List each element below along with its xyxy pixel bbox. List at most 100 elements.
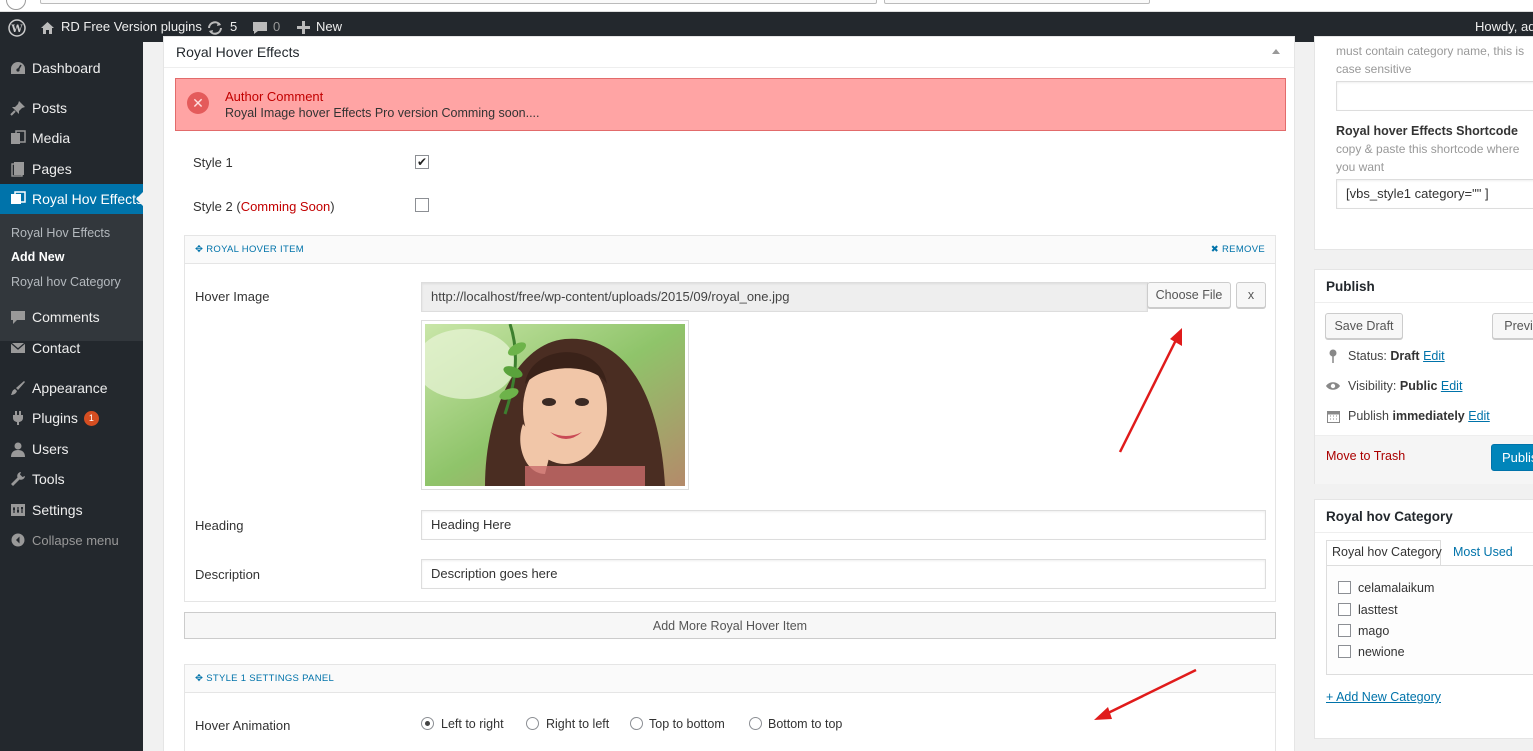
submenu-item-category[interactable]: Royal hov Category — [11, 275, 121, 289]
shortcode-box: must contain category name, this is case… — [1314, 36, 1533, 250]
clear-image-button[interactable]: x — [1236, 282, 1266, 308]
sidebar-item-posts[interactable]: Posts — [0, 93, 143, 123]
sidebar-item-tools[interactable]: Tools — [0, 464, 143, 494]
style2-coming-soon: Comming Soon — [240, 199, 331, 214]
submenu-item-add-new[interactable]: Add New — [11, 250, 64, 264]
remove-item-button[interactable]: ✖ REMOVE — [1211, 244, 1265, 255]
style1-checkbox[interactable]: ✔ — [415, 155, 429, 169]
sidebar-item-comments[interactable]: Comments — [0, 302, 143, 332]
edit-visibility-link[interactable]: Edit — [1441, 379, 1463, 393]
sidebar-item-pages[interactable]: Pages — [0, 154, 143, 184]
sidebar-item-settings[interactable]: Settings — [0, 495, 143, 525]
user-icon — [8, 439, 28, 459]
tab-all-label[interactable]: Royal hov Category — [1332, 545, 1442, 559]
notice-title: Author Comment — [225, 89, 324, 104]
royal-hover-item-title: ✥ ROYAL HOVER ITEM — [195, 244, 304, 255]
collapse-arrow-icon — [8, 530, 28, 550]
category-checkbox[interactable] — [1338, 603, 1351, 616]
category-checkbox[interactable] — [1338, 581, 1351, 594]
settings-title-text: STYLE 1 SETTINGS PANEL — [206, 673, 335, 684]
sidebar-item-label: Users — [32, 441, 69, 457]
brush-icon — [8, 378, 28, 398]
move-to-trash-link[interactable]: Move to Trash — [1326, 449, 1405, 463]
sidebar-item-label: Posts — [32, 100, 68, 116]
settings-panel-header[interactable]: ✥ STYLE 1 SETTINGS PANEL — [185, 665, 1275, 693]
royal-hover-icon — [8, 189, 28, 209]
sidebar-item-contact[interactable]: Contact — [0, 333, 143, 363]
radio-right-to-left[interactable] — [526, 717, 539, 730]
style2-label-text: Style 2 ( — [193, 199, 241, 214]
sidebar-item-label: Contact — [32, 340, 81, 356]
browser-strip — [0, 0, 1533, 12]
heading-input[interactable]: Heading Here — [421, 510, 1266, 540]
shortcode-hint-line1: copy & paste this shortcode where — [1336, 142, 1520, 156]
move-icon: ✥ — [195, 244, 204, 255]
sidebar-item-label: Media — [32, 130, 71, 146]
shortcode-input[interactable]: [vbs_style1 category="" ] — [1336, 179, 1533, 209]
sidebar-item-label: Dashboard — [32, 60, 101, 76]
browser-address-bar[interactable] — [40, 0, 877, 4]
radio-bottom-to-top[interactable] — [749, 717, 762, 730]
category-name-input[interactable] — [1336, 81, 1533, 111]
sidebar-item-dashboard[interactable]: Dashboard — [0, 53, 143, 83]
publish-button[interactable]: Publis — [1491, 444, 1533, 471]
sidebar-item-label: Appearance — [32, 380, 108, 396]
remove-label: REMOVE — [1222, 244, 1265, 255]
sidebar-item-users[interactable]: Users — [0, 434, 143, 464]
status-label: Status: — [1348, 349, 1387, 363]
category-divider — [1315, 532, 1533, 533]
sidebar-item-label: Pages — [32, 161, 72, 177]
edit-status-link[interactable]: Edit — [1423, 349, 1445, 363]
description-input[interactable]: Description goes here — [421, 559, 1266, 589]
publish-date-row: Publish immediately Edit — [1325, 409, 1490, 423]
pin-icon — [1325, 349, 1341, 363]
add-new-category-link[interactable]: + Add New Category — [1326, 690, 1441, 704]
category-label: lasttest — [1358, 603, 1398, 617]
radio-top-to-bottom[interactable] — [630, 717, 643, 730]
checkmark-icon: ✔ — [416, 155, 428, 169]
current-menu-arrow — [136, 192, 143, 206]
calendar-icon — [1325, 410, 1341, 423]
add-more-item-button[interactable]: Add More Royal Hover Item — [184, 612, 1276, 639]
sidebar-item-label: Tools — [32, 471, 65, 487]
pin-icon — [8, 98, 28, 118]
dashboard-icon — [8, 58, 28, 78]
sidebar-item-plugins[interactable]: Plugins 1 — [0, 403, 143, 433]
hover-image-label: Hover Image — [195, 289, 270, 304]
sidebar-item-appearance[interactable]: Appearance — [0, 373, 143, 403]
metabox-toggle-icon[interactable] — [1272, 49, 1280, 54]
royal-hover-item-panel: ✥ ROYAL HOVER ITEM ✖ REMOVE Hover Image … — [184, 235, 1276, 602]
mail-icon — [8, 338, 28, 358]
publish-title: Publish — [1326, 279, 1375, 294]
category-checkbox[interactable] — [1338, 624, 1351, 637]
style2-label: Style 2 (Comming Soon) — [193, 199, 335, 214]
edit-publish-date-link[interactable]: Edit — [1468, 409, 1490, 423]
post-status-row: Status: Draft Edit — [1325, 349, 1445, 363]
radio-label: Left to right — [441, 717, 504, 731]
preview-button[interactable]: Previe — [1492, 313, 1533, 339]
hover-image-url-input[interactable]: http://localhost/free/wp-content/uploads… — [421, 282, 1148, 312]
style2-checkbox[interactable] — [415, 198, 429, 212]
collapse-menu-button[interactable]: Collapse menu — [0, 525, 143, 555]
style1-settings-panel: ✥ STYLE 1 SETTINGS PANEL Hover Animation… — [184, 664, 1276, 751]
browser-search-bar[interactable] — [884, 0, 1150, 4]
choose-file-button[interactable]: Choose File — [1147, 282, 1231, 308]
royal-hover-item-header[interactable]: ✥ ROYAL HOVER ITEM ✖ REMOVE — [185, 236, 1275, 264]
publish-divider — [1315, 302, 1533, 303]
remove-x-icon: ✖ — [1210, 244, 1220, 255]
save-draft-button[interactable]: Save Draft — [1325, 313, 1403, 339]
metabox-divider — [164, 67, 1294, 68]
sidebar-item-media[interactable]: Media — [0, 123, 143, 153]
metabox-title: Royal Hover Effects — [176, 44, 300, 60]
radio-left-to-right[interactable] — [421, 717, 434, 730]
category-checkbox[interactable] — [1338, 645, 1351, 658]
visibility-value: Public — [1399, 379, 1438, 393]
error-circle-icon: ✕ — [187, 92, 209, 114]
submenu-item-all[interactable]: Royal Hov Effects — [11, 226, 110, 240]
wordpress-logo-icon[interactable]: W — [8, 12, 26, 42]
tab-most-used[interactable]: Most Used — [1453, 545, 1513, 559]
category-box-title: Royal hov Category — [1326, 509, 1453, 524]
settings-icon — [8, 500, 28, 520]
style1-label: Style 1 — [193, 155, 233, 170]
sidebar-item-royal-hov-effects[interactable]: Royal Hov Effects — [0, 184, 143, 214]
